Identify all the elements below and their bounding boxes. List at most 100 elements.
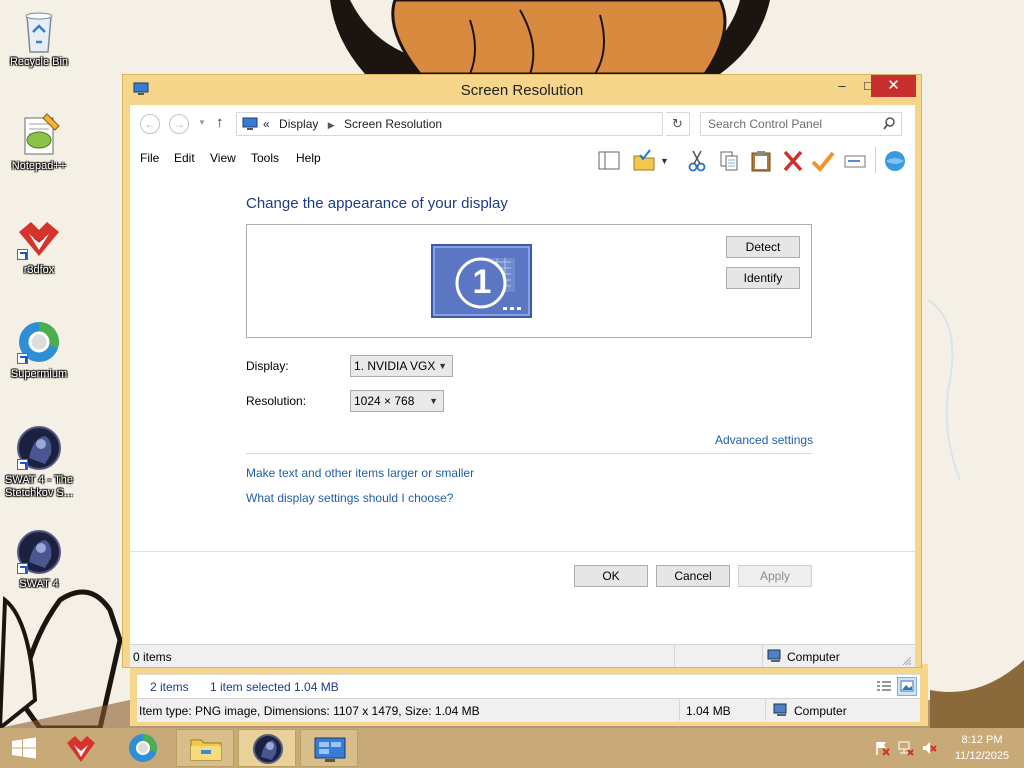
file-explorer-icon	[190, 739, 222, 761]
divider	[246, 453, 812, 454]
search-icon[interactable]	[883, 117, 895, 131]
shortcut-arrow-icon	[17, 563, 28, 574]
notepad-plus-plus-icon	[15, 110, 63, 158]
resolution-label: Resolution:	[246, 394, 307, 408]
taskbar-supermium[interactable]	[114, 729, 172, 767]
close-button[interactable]: ✕	[871, 75, 916, 97]
recent-locations-chevron-icon[interactable]: ▼	[198, 118, 206, 127]
search-box[interactable]	[700, 112, 902, 136]
identify-button[interactable]: Identify	[726, 267, 800, 289]
menu-tools[interactable]: Tools	[251, 151, 279, 165]
desktop-icon-label: SWAT 4	[19, 578, 59, 590]
status-divider	[674, 645, 675, 667]
desktop-icon-swat4[interactable]: SWAT 4	[0, 528, 78, 591]
checkmark-icon[interactable]	[810, 149, 836, 173]
minimize-button[interactable]: –	[829, 75, 855, 97]
desktop-icon-label: Notepad++	[11, 160, 67, 172]
control-panel-icon	[314, 737, 346, 762]
display-settings-panel: Change the appearance of your display 1 …	[130, 175, 915, 621]
rename-icon[interactable]	[842, 149, 868, 173]
taskbar-swat4[interactable]	[238, 729, 296, 767]
desktop-icon-swat4-stetchkov[interactable]: SWAT 4 - The Stetchkov S...	[0, 424, 78, 500]
paste-icon[interactable]	[748, 149, 774, 173]
window-client-area: ← → ▼ ↑ « Display ▶ Screen Resolution ▼ …	[130, 105, 915, 667]
resolution-select-value: 1024 × 768	[354, 394, 415, 408]
breadcrumb-screen-resolution[interactable]: Screen Resolution	[344, 117, 442, 131]
globe-icon[interactable]	[882, 149, 908, 173]
detect-button[interactable]: Detect	[726, 236, 800, 258]
menu-view[interactable]: View	[210, 151, 236, 165]
clock-date: 11/12/2025	[954, 750, 1010, 762]
menu-help[interactable]: Help	[296, 151, 321, 165]
title-bar[interactable]: Screen Resolution – □ ✕	[123, 75, 921, 105]
display-select[interactable]: 1. NVIDIA VGX ▼	[350, 355, 453, 377]
menu-edit[interactable]: Edit	[174, 151, 195, 165]
apply-button[interactable]: Apply	[738, 565, 812, 587]
display-settings-help-link[interactable]: What display settings should I choose?	[246, 491, 453, 505]
taskbar-file-explorer[interactable]	[176, 729, 234, 767]
volume-muted-icon[interactable]	[921, 740, 937, 756]
display-label: Display:	[246, 359, 289, 373]
status-divider	[765, 699, 766, 721]
r3dfox-icon	[15, 214, 63, 262]
status-bar: 0 items Computer	[130, 644, 915, 667]
desktop-icon-recycle-bin[interactable]: Recycle Bin	[0, 6, 78, 69]
large-icons-view-icon[interactable]	[897, 677, 917, 696]
forward-button[interactable]: →	[169, 114, 189, 134]
cancel-button[interactable]: Cancel	[656, 565, 730, 587]
desktop-icon-r3dfox[interactable]: r3dfox	[0, 214, 78, 277]
breadcrumb-separator-icon[interactable]: ▶	[328, 120, 335, 130]
desktop-icon-label: r3dfox	[23, 264, 55, 276]
folder-options-chevron-icon[interactable]: ▼	[660, 149, 672, 173]
folder-check-icon[interactable]	[632, 149, 658, 173]
breadcrumb-overflow[interactable]: «	[263, 117, 270, 131]
ok-button[interactable]: OK	[574, 565, 648, 587]
delete-icon[interactable]	[780, 149, 806, 173]
text-size-link[interactable]: Make text and other items larger or smal…	[246, 466, 474, 480]
desktop-icon-label: Recycle Bin	[9, 56, 69, 68]
computer-icon	[773, 703, 789, 717]
breadcrumb-display[interactable]: Display	[279, 117, 318, 131]
clock-time: 8:12 PM	[961, 734, 1003, 746]
taskbar-control-panel[interactable]	[300, 729, 358, 767]
network-icon[interactable]	[898, 740, 914, 756]
supermium-icon	[15, 318, 63, 366]
shortcut-arrow-icon	[17, 459, 28, 470]
page-title: Change the appearance of your display	[246, 195, 508, 212]
status-divider	[679, 699, 680, 721]
back-button[interactable]: ←	[140, 114, 160, 134]
cut-icon[interactable]	[684, 149, 710, 173]
menu-file[interactable]: File	[140, 151, 159, 165]
background-statusbar: Item type: PNG image, Dimensions: 1107 x…	[137, 698, 920, 722]
screen-resolution-window[interactable]: Screen Resolution – □ ✕ ← → ▼ ↑ « Displa…	[122, 74, 922, 668]
desktop-icon-label: SWAT 4 - The Stetchkov S...	[4, 474, 74, 499]
monitor-preview-area: 1 Detect Identify	[246, 224, 812, 338]
background-details-bar: 2 items 1 item selected 1.04 MB	[137, 674, 920, 698]
up-button[interactable]: ↑	[216, 114, 224, 131]
advanced-settings-link[interactable]: Advanced settings	[715, 433, 813, 447]
toolbar-divider	[875, 147, 876, 173]
desktop-icon-notepad-plus-plus[interactable]: Notepad++	[0, 110, 78, 173]
refresh-button[interactable]: ↻	[666, 112, 690, 136]
details-view-icon[interactable]	[875, 678, 893, 695]
display-select-value: 1. NVIDIA VGX	[354, 359, 436, 373]
recycle-bin-icon	[15, 6, 63, 54]
monitor-1-thumbnail[interactable]: 1	[431, 244, 532, 318]
resolution-select[interactable]: 1024 × 768 ▼	[350, 390, 444, 412]
search-input[interactable]	[708, 114, 878, 134]
resize-grip-icon[interactable]	[902, 655, 912, 666]
bg-location: Computer	[794, 704, 847, 718]
layout-icon[interactable]	[596, 149, 622, 173]
bg-selected-info: 1 item selected 1.04 MB	[210, 680, 339, 694]
copy-icon[interactable]	[716, 149, 742, 173]
taskbar-r3dfox[interactable]	[52, 729, 110, 767]
start-button[interactable]	[0, 729, 58, 767]
address-bar[interactable]: « Display ▶ Screen Resolution ▼	[236, 112, 764, 136]
desktop-icon-supermium[interactable]: Supermium	[0, 318, 78, 381]
swat4-stetchkov-icon	[15, 424, 63, 472]
chevron-down-icon: ▼	[438, 361, 447, 371]
taskbar-clock[interactable]: 8:12 PM 11/12/2025	[947, 732, 1017, 764]
action-center-flag-icon[interactable]	[874, 740, 890, 756]
display-icon	[242, 117, 258, 131]
swat4-icon	[253, 734, 283, 764]
